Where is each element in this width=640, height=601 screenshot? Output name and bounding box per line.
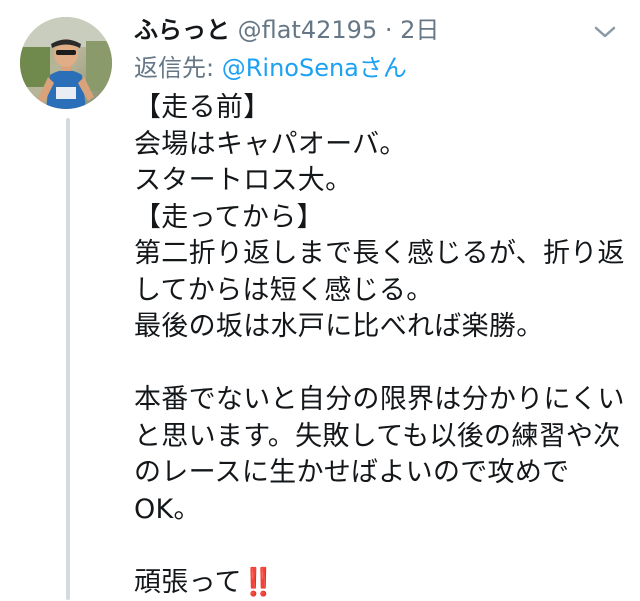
tweet-line: 第二折り返しまで長く感じるが、折り返 bbox=[134, 236, 634, 273]
tweet-line: スタートロス大。 bbox=[134, 163, 634, 200]
tweet-time[interactable]: 2日 bbox=[400, 16, 439, 44]
display-name[interactable]: ふらっと bbox=[134, 16, 230, 44]
tweet-line: 本番でないと自分の限界は分かりにくい bbox=[134, 382, 634, 419]
reply-prefix: 返信先: bbox=[134, 54, 214, 82]
thread-connector-line bbox=[66, 118, 70, 600]
tweet-line-last: 頑張って‼️ bbox=[134, 565, 634, 601]
tweet-closing-text: 頑張って bbox=[134, 567, 242, 598]
tweet-line: のレースに生かせばよいので攻めで bbox=[134, 455, 634, 492]
separator-dot: · bbox=[385, 16, 393, 44]
tweet-line: 会場はキャパオーバ。 bbox=[134, 127, 634, 164]
reply-suffix[interactable]: さん bbox=[359, 54, 407, 82]
tweet-line: 【走ってから】 bbox=[134, 200, 634, 237]
tweet-body: 【走る前】 会場はキャパオーバ。 スタートロス大。 【走ってから】 第二折り返し… bbox=[134, 90, 634, 601]
tweet-line: 最後の坂は水戸に比べれば楽勝。 bbox=[134, 309, 634, 346]
tweet-line: してからは短く感じる。 bbox=[134, 273, 634, 310]
user-handle[interactable]: @flat42195 bbox=[238, 16, 378, 44]
double-exclamation-icon: ‼️ bbox=[242, 567, 276, 598]
chevron-down-icon[interactable] bbox=[592, 22, 618, 42]
avatar[interactable] bbox=[20, 17, 112, 109]
tweet-line: OK。 bbox=[134, 492, 634, 529]
tweet-line bbox=[134, 528, 634, 565]
reply-context: 返信先: @RinoSenaさん bbox=[134, 52, 407, 84]
tweet-line: と思います。失敗しても以後の練習や次 bbox=[134, 419, 634, 456]
tweet-line bbox=[134, 346, 634, 383]
runner-photo bbox=[20, 17, 112, 109]
reply-mention[interactable]: @RinoSena bbox=[222, 54, 359, 82]
tweet-line: 【走る前】 bbox=[134, 90, 634, 127]
tweet-header: ふらっと @flat42195 · 2日 bbox=[134, 14, 439, 46]
